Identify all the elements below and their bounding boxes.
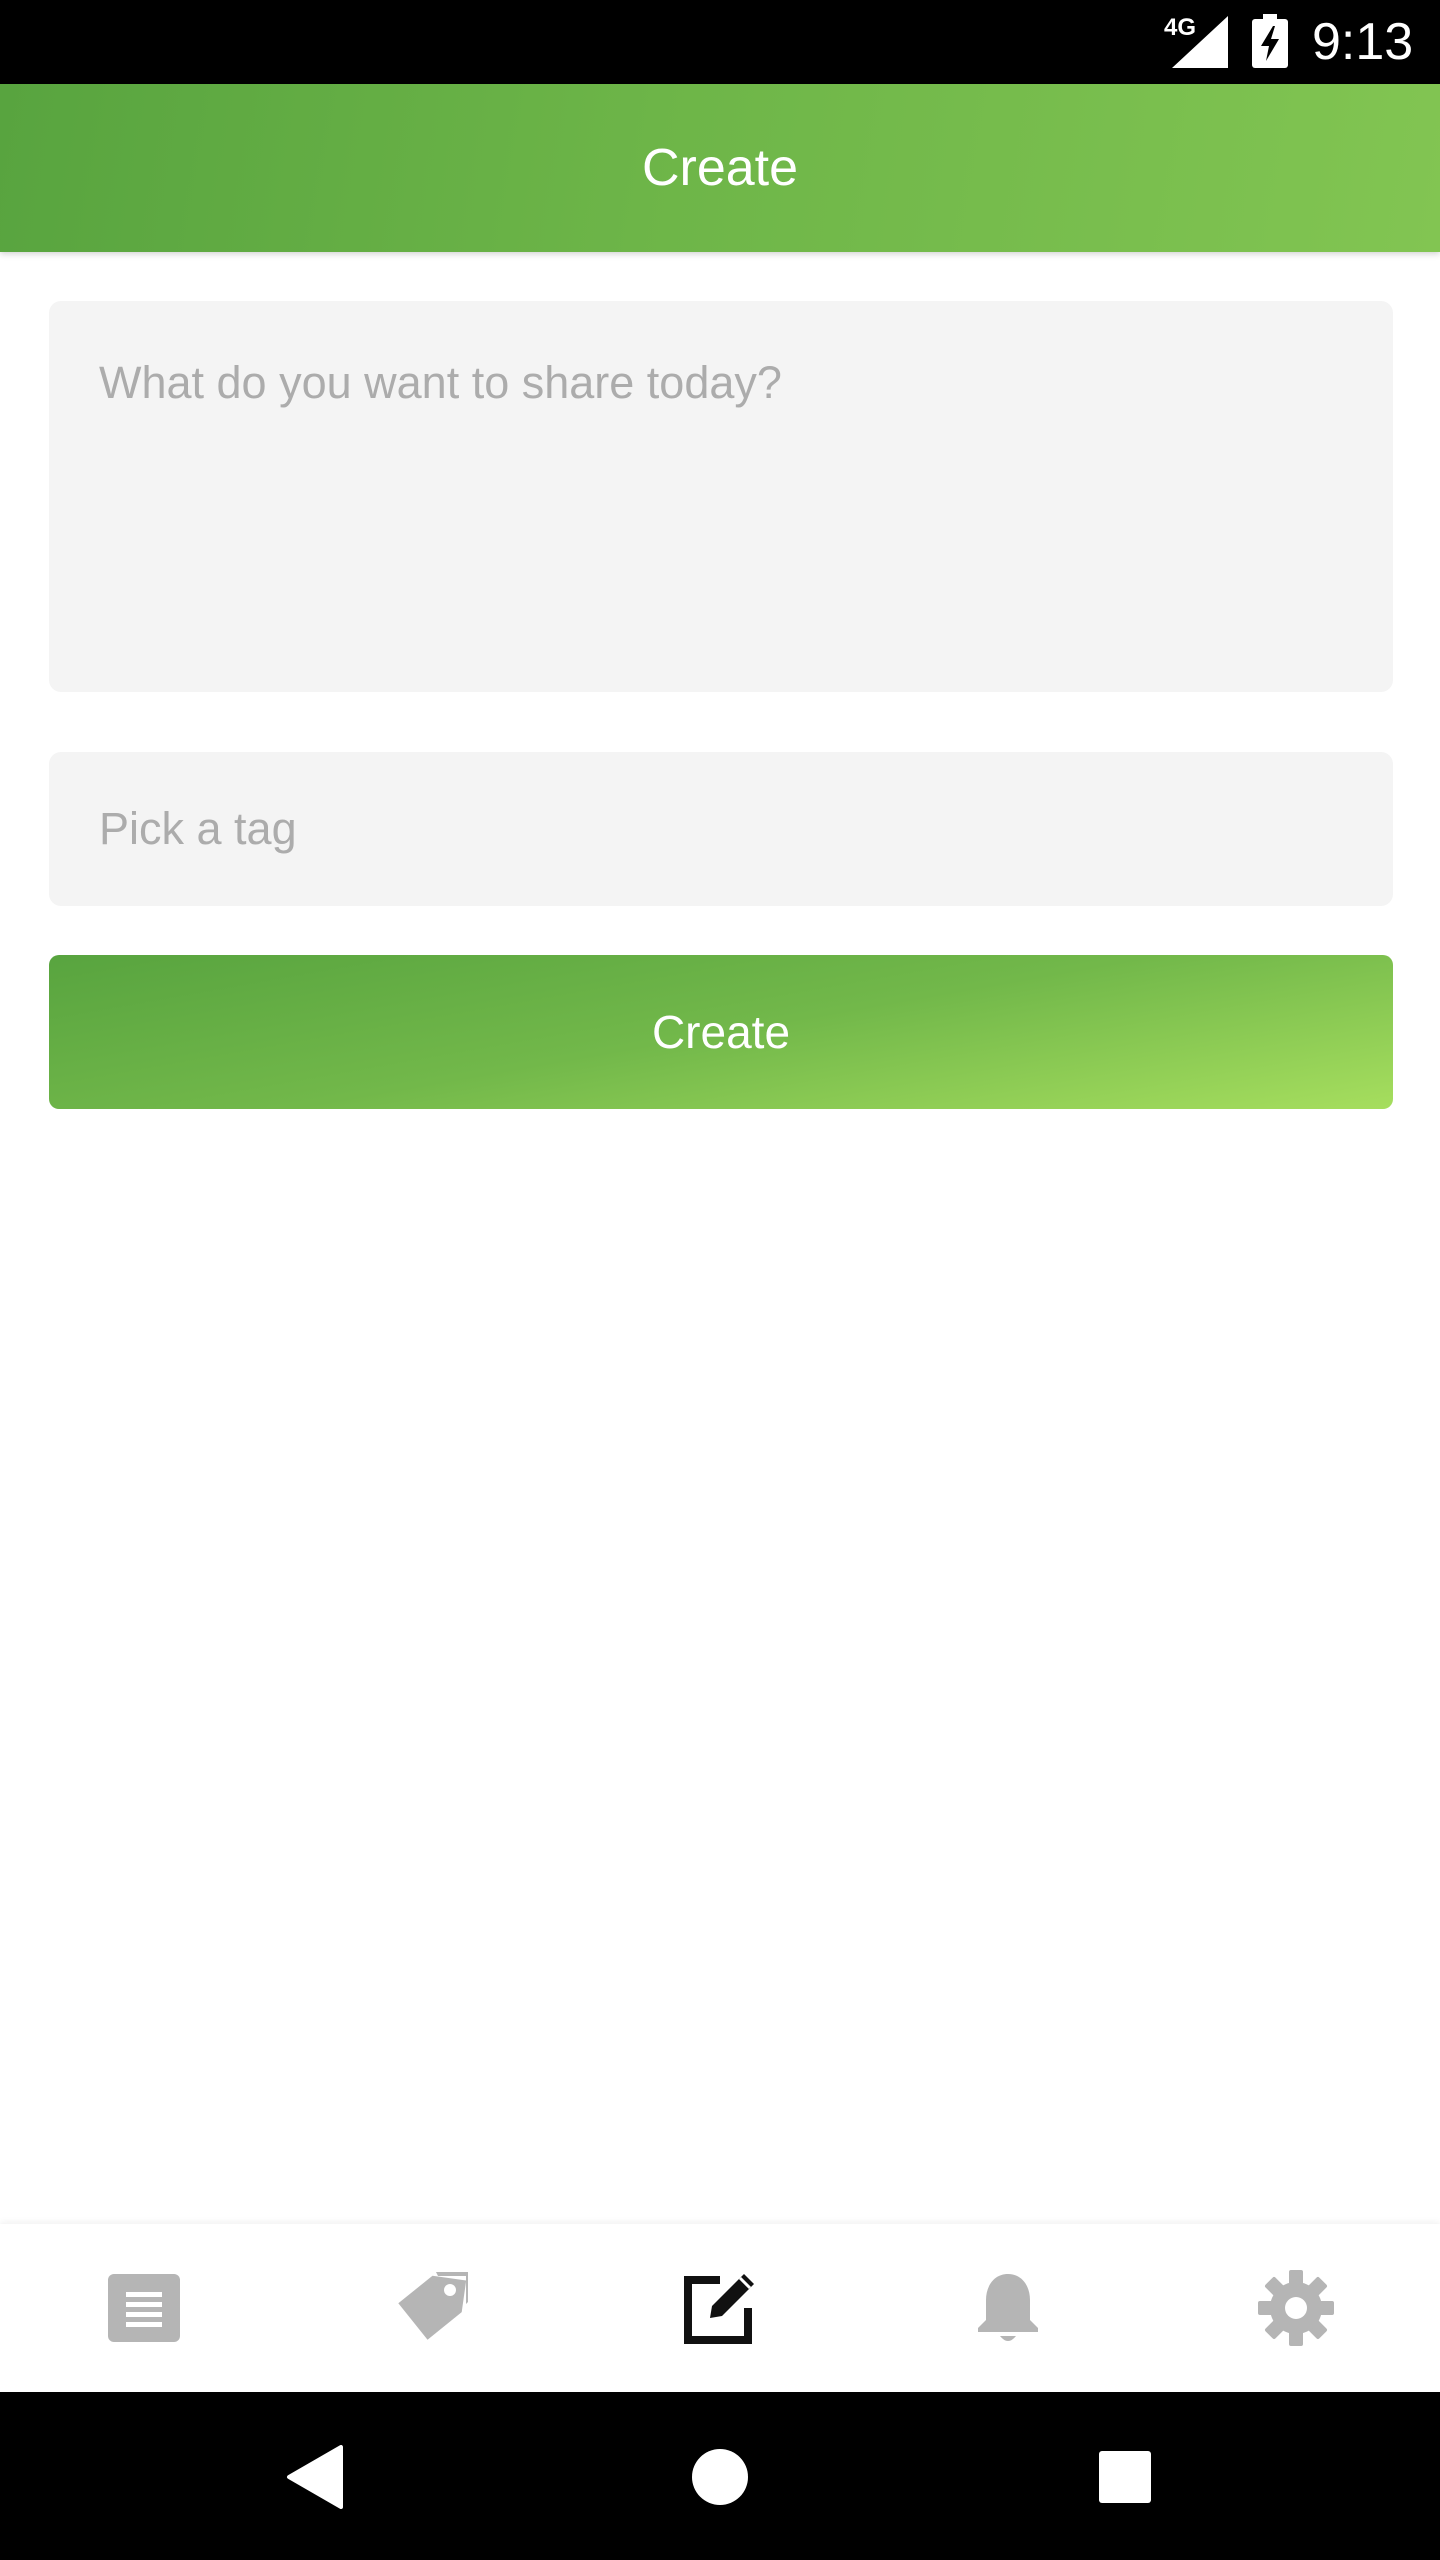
system-home-button[interactable] <box>675 2432 765 2522</box>
battery-charging-icon <box>1252 14 1288 68</box>
nav-item-feed[interactable] <box>0 2224 288 2392</box>
system-back-button[interactable] <box>270 2432 360 2522</box>
recents-icon <box>1099 2451 1151 2503</box>
home-icon <box>692 2449 748 2505</box>
system-navigation-bar <box>0 2392 1440 2560</box>
page-title: Create <box>641 139 799 197</box>
system-recents-button[interactable] <box>1080 2432 1170 2522</box>
nav-item-tags[interactable] <box>288 2224 576 2392</box>
create-button[interactable]: Create <box>49 955 1393 1109</box>
gear-icon <box>1258 2270 1334 2346</box>
network-type-label: 4G <box>1164 14 1197 41</box>
create-icon <box>684 2274 754 2344</box>
clock: 9:13 <box>1312 13 1414 71</box>
nav-item-settings[interactable] <box>1152 2224 1440 2392</box>
back-icon <box>287 2445 343 2509</box>
feed-icon <box>108 2274 180 2342</box>
tags-icon <box>398 2272 468 2340</box>
post-content-input[interactable] <box>49 301 1393 692</box>
app-bar: Create <box>0 84 1440 252</box>
bell-icon <box>978 2274 1038 2341</box>
status-bar: 4G 9:13 <box>0 0 1440 84</box>
tag-picker-input[interactable] <box>49 752 1393 906</box>
nav-item-create[interactable] <box>576 2224 864 2392</box>
bottom-navigation <box>0 2224 1440 2392</box>
nav-item-notifications[interactable] <box>864 2224 1152 2392</box>
